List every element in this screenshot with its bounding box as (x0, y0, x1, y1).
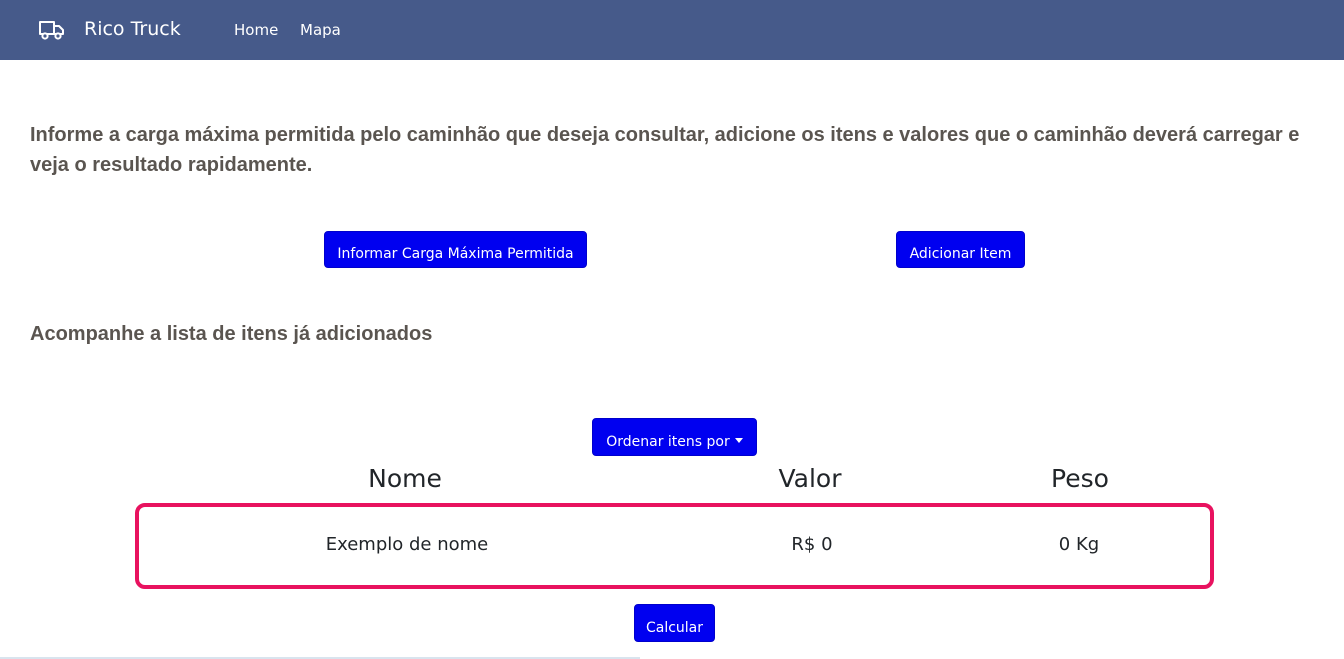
ordenar-itens-dropdown[interactable]: Ordenar itens por (592, 418, 757, 456)
adicionar-item-button[interactable]: Adicionar Item (896, 231, 1025, 268)
intro-text: Informe a carga máxima permitida pelo ca… (30, 124, 1300, 176)
brand-name[interactable]: Rico Truck (84, 17, 181, 41)
top-navbar: Rico Truck Home Mapa (0, 0, 1344, 60)
list-title: Acompanhe a lista de itens já adicionado… (30, 323, 433, 345)
calcular-button[interactable]: Calcular (634, 604, 715, 642)
item-peso: 0 Kg (1058, 534, 1100, 555)
nav-link-mapa[interactable]: Mapa (300, 20, 341, 40)
column-header-peso: Peso (1051, 464, 1109, 493)
ordenar-itens-label: Ordenar itens por (606, 433, 730, 450)
list-item: Exemplo de nome R$ 0 0 Kg (135, 503, 1214, 589)
caret-down-icon (734, 437, 743, 443)
item-nome: Exemplo de nome (325, 534, 489, 555)
nav-link-home[interactable]: Home (234, 20, 278, 40)
column-header-valor: Valor (778, 464, 842, 493)
item-valor: R$ 0 (791, 534, 833, 555)
informar-carga-button[interactable]: Informar Carga Máxima Permitida (324, 231, 587, 268)
truck-icon[interactable] (38, 19, 66, 41)
column-header-nome: Nome (368, 464, 442, 493)
